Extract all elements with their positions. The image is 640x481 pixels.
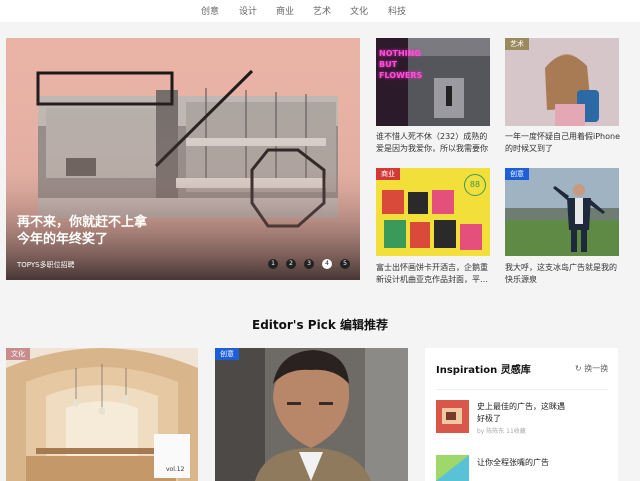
inspiration-item-1-meta: by 陈陈东 11收藏 xyxy=(477,428,526,435)
refresh-label: 换一换 xyxy=(584,364,609,373)
nav-item-design[interactable]: 设计 xyxy=(239,4,257,17)
side-card-2-image[interactable]: 艺术 xyxy=(505,38,619,126)
carousel-dot-5[interactable]: 5 xyxy=(340,259,350,269)
side-card-3-caption-line-1: 富士出怀画饼卡开酒吉，企鹅重 xyxy=(376,263,488,272)
nav-item-tech[interactable]: 科技 xyxy=(388,4,406,17)
side-card-3-caption-line-2: 新设计机曲亚克作品封面，平… xyxy=(376,275,488,284)
side-card-2-caption-line-1: 一年一度怀疑自己用着假iPhone xyxy=(505,132,621,141)
inspiration-item-1-thumb xyxy=(436,400,469,433)
hero-source: TOPYS多职位招聘 xyxy=(17,261,75,269)
side-card-1-image[interactable]: NOTHING BUT FLOWERS xyxy=(376,38,490,126)
side-card-2-caption-line-2: 的时候又到了 xyxy=(505,144,553,153)
woman-bottle-image xyxy=(505,38,619,126)
nav-item-creative[interactable]: 创意 xyxy=(201,4,219,17)
neon-sign-text: NOTHING BUT FLOWERS xyxy=(379,49,423,80)
hero-title-line-1: 再不来，你就赶不上拿 xyxy=(17,215,148,230)
side-card-4-caption-line-1: 我大呼，这支冰岛广告就是我的 xyxy=(505,263,617,272)
refresh-button[interactable]: ↻ 换一换 xyxy=(575,363,608,374)
side-card-3-caption[interactable]: 富士出怀画饼卡开酒吉，企鹅重 新设计机曲亚克作品封面，平… xyxy=(376,262,494,286)
inspiration-item-1-title: 史上最佳的广告，这眯遇 好极了 xyxy=(477,401,565,425)
side-card-1-caption-line-2: 爱是因为我爱你，所以我需要你 xyxy=(376,144,488,153)
hero-title[interactable]: 再不来，你就赶不上拿 今年的年终奖了 xyxy=(17,214,147,248)
inspiration-item-1[interactable]: 史上最佳的广告，这眯遇 好极了 by 陈陈东 11收藏 xyxy=(436,400,611,436)
nav-item-business[interactable]: 商业 xyxy=(276,4,294,17)
pick-card-2-image[interactable]: 创意 xyxy=(215,348,408,481)
carousel-dot-4[interactable]: 4 xyxy=(322,259,332,269)
wooden-arch-interior-image xyxy=(6,348,198,481)
number-badge: 88 xyxy=(464,174,486,196)
carousel-dot-3[interactable]: 3 xyxy=(304,259,314,269)
inspiration-item-2-title: 让你全程张嘴的广告 xyxy=(477,458,549,467)
inspiration-panel: Inspiration 灵感库 ↻ 换一换 史上最佳的广告，这眯遇 好极了 by… xyxy=(425,348,618,481)
pick-card-1-image[interactable]: 文化 vol.12 xyxy=(6,348,198,481)
man-portrait-image xyxy=(215,348,408,481)
side-card-2-caption[interactable]: 一年一度怀疑自己用着假iPhone 的时候又到了 xyxy=(505,131,627,155)
panel-divider xyxy=(436,389,608,390)
hero-carousel[interactable]: 再不来，你就赶不上拿 今年的年终奖了 TOPYS多职位招聘 1 2 3 4 5 xyxy=(6,38,360,280)
inspiration-item-1-title-line-2: 好极了 xyxy=(477,414,501,423)
pick-card-2-tag: 创意 xyxy=(215,348,239,360)
side-card-3-tag: 商业 xyxy=(376,168,400,180)
carousel-dot-1[interactable]: 1 xyxy=(268,259,278,269)
side-card-4-caption-line-2: 快乐源泉 xyxy=(505,275,537,284)
pick-card-1-tag: 文化 xyxy=(6,348,30,360)
inspiration-item-2-thumb xyxy=(436,455,469,481)
side-card-1-caption-line-1: 谁不惜人死不休（232）成熟的 xyxy=(376,132,488,141)
inspiration-item-2[interactable]: 让你全程张嘴的广告 xyxy=(436,455,611,481)
inspiration-title: Inspiration 灵感库 xyxy=(436,365,531,376)
nav-item-art[interactable]: 艺术 xyxy=(313,4,331,17)
carousel-dot-2[interactable]: 2 xyxy=(286,259,296,269)
side-card-4-tag: 创意 xyxy=(505,168,529,180)
hero-title-line-2: 今年的年终奖了 xyxy=(17,232,109,247)
side-card-3-image[interactable]: 商业 88 xyxy=(376,168,490,256)
top-navigation: 创意 设计 商业 艺术 文化 科技 xyxy=(0,0,640,22)
editors-pick-title: Editor's Pick 编辑推荐 xyxy=(252,318,388,332)
side-card-1-caption[interactable]: 谁不惜人死不休（232）成熟的 爱是因为我爱你，所以我需要你 xyxy=(376,131,494,155)
side-card-4-image[interactable]: 创意 xyxy=(505,168,619,256)
man-field-image xyxy=(505,168,619,256)
side-card-2-tag: 艺术 xyxy=(505,38,529,50)
inspiration-item-1-title-line-1: 史上最佳的广告，这眯遇 xyxy=(477,402,565,411)
shop-sign-text: vol.12 xyxy=(166,466,185,473)
side-card-4-caption[interactable]: 我大呼，这支冰岛广告就是我的 快乐源泉 xyxy=(505,262,627,286)
refresh-icon: ↻ xyxy=(575,364,582,373)
nav-item-culture[interactable]: 文化 xyxy=(350,4,368,17)
